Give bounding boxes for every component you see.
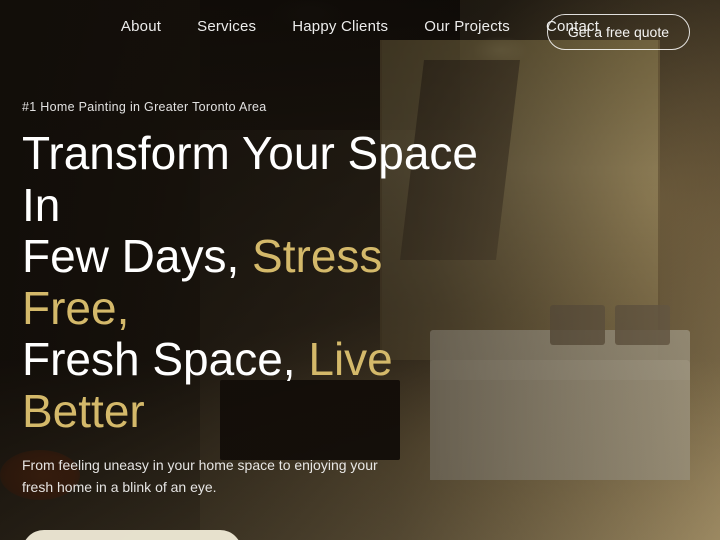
- nav-link-services[interactable]: Services: [197, 18, 256, 35]
- hero-tagline: #1 Home Painting in Greater Toronto Area: [22, 100, 502, 114]
- hero-title-line1: Transform Your Space In: [22, 127, 478, 231]
- hero-section: About Services Happy Clients Our Project…: [0, 0, 720, 540]
- hero-content: #1 Home Painting in Greater Toronto Area…: [22, 100, 502, 540]
- nav-link-about[interactable]: About: [121, 18, 161, 35]
- navbar: About Services Happy Clients Our Project…: [0, 0, 720, 53]
- transform-space-button[interactable]: Transform Your Space →: [22, 530, 242, 540]
- hero-title: Transform Your Space In Few Days, Stress…: [22, 128, 502, 437]
- get-free-quote-button[interactable]: Get a free quote: [547, 14, 690, 50]
- hero-title-line2-plain: Few Days,: [22, 230, 239, 282]
- hero-title-line3-plain: Fresh Space,: [22, 333, 296, 385]
- nav-links: About Services Happy Clients Our Project…: [121, 18, 599, 35]
- nav-link-our-projects[interactable]: Our Projects: [424, 18, 510, 35]
- hero-subtitle: From feeling uneasy in your home space t…: [22, 455, 402, 498]
- nav-link-happy-clients[interactable]: Happy Clients: [292, 18, 388, 35]
